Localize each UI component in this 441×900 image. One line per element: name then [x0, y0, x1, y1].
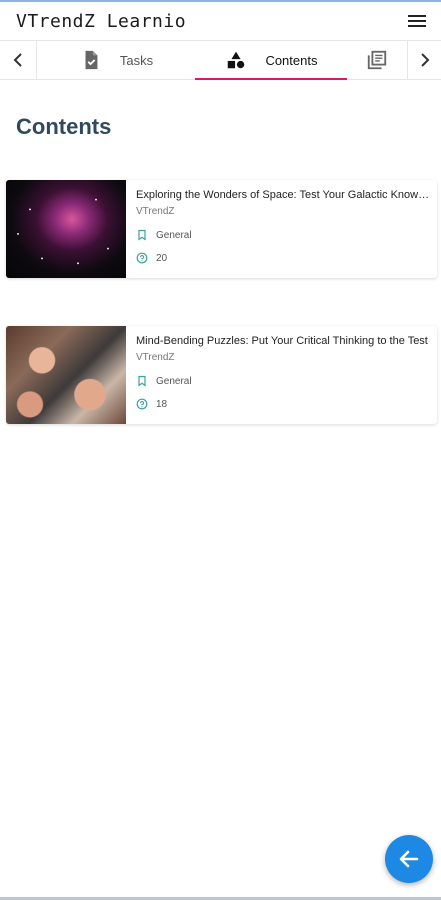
- shapes-icon: [228, 51, 245, 69]
- back-fab-button[interactable]: [385, 835, 433, 883]
- card-category: General: [136, 229, 431, 241]
- chevron-left-icon[interactable]: [0, 41, 38, 79]
- card-count: 18: [136, 398, 431, 410]
- count-value: 18: [156, 398, 168, 410]
- bookmark-icon: [138, 229, 146, 241]
- tab-label: Tasks: [119, 52, 154, 68]
- card-author: VTrendZ: [136, 352, 175, 363]
- card-author: VTrendZ: [136, 206, 175, 217]
- hamburger-menu-icon[interactable]: [405, 9, 429, 33]
- category-label: General: [156, 375, 192, 387]
- card-title: Exploring the Wonders of Space: Test You…: [136, 189, 431, 201]
- card-title: Mind-Bending Puzzles: Put Your Critical …: [136, 335, 428, 347]
- tab-library[interactable]: [347, 41, 407, 79]
- tab-contents[interactable]: Contents: [195, 41, 348, 80]
- count-value: 20: [156, 252, 168, 264]
- card-body: Mind-Bending Puzzles: Put Your Critical …: [126, 326, 437, 424]
- bookmark-icon: [138, 375, 146, 387]
- arrow-left-icon: [399, 850, 419, 868]
- app-bar: VTrendZ Learnio: [0, 2, 441, 40]
- tab-list: Tasks Contents: [37, 41, 407, 80]
- page-title: Contents: [16, 114, 112, 139]
- card-count: 20: [136, 252, 431, 264]
- content-card[interactable]: Exploring the Wonders of Space: Test You…: [6, 180, 437, 278]
- jigsaw-puzzle-image: [6, 326, 126, 424]
- content-card[interactable]: Mind-Bending Puzzles: Put Your Critical …: [6, 326, 437, 424]
- question-count-icon: [136, 252, 148, 264]
- tab-label: Contents: [265, 52, 318, 68]
- card-body: Exploring the Wonders of Space: Test You…: [126, 180, 437, 278]
- question-count-icon: [136, 398, 148, 410]
- tab-bar: Tasks Contents: [0, 40, 441, 80]
- app-title: VTrendZ Learnio: [16, 10, 187, 32]
- task-checklist-icon: [85, 50, 98, 70]
- library-books-icon: [368, 50, 387, 70]
- space-nebula-image: [6, 180, 126, 278]
- category-label: General: [156, 229, 192, 241]
- chevron-right-icon[interactable]: [407, 41, 441, 79]
- tab-tasks[interactable]: Tasks: [37, 41, 195, 79]
- card-category: General: [136, 375, 431, 387]
